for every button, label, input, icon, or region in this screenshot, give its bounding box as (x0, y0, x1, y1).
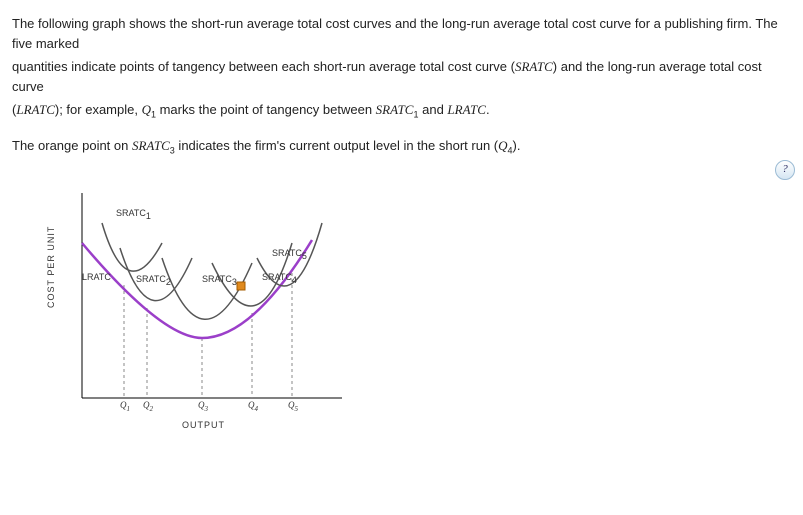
help-icon[interactable]: ? (775, 160, 795, 180)
svg-text:SRATC3: SRATC3 (202, 274, 237, 287)
svg-text:Q2: Q2 (143, 400, 154, 413)
svg-text:LRATC: LRATC (82, 272, 111, 282)
svg-text:SRATC5: SRATC5 (272, 248, 307, 261)
intro-line-3: (LRATC); for example, Q1 marks the point… (12, 100, 791, 122)
intro-line-1: The following graph shows the short-run … (12, 14, 791, 53)
svg-text:Q3: Q3 (198, 400, 209, 413)
current-output-point (237, 282, 245, 290)
svg-text:Q4: Q4 (248, 400, 259, 413)
svg-text:Q1: Q1 (120, 400, 130, 413)
x-axis-label: OUTPUT (182, 420, 225, 430)
intro-line-4: The orange point on SRATC3 indicates the… (12, 136, 791, 158)
y-axis-label: COST PER UNIT (46, 226, 56, 308)
svg-text:SRATC2: SRATC2 (136, 274, 171, 287)
svg-text:SRATC4: SRATC4 (262, 272, 297, 285)
intro-line-2: quantities indicate points of tangency b… (12, 57, 791, 96)
svg-text:SRATC1: SRATC1 (116, 208, 151, 221)
svg-text:Q5: Q5 (288, 400, 299, 413)
sratc1-curve (102, 223, 162, 271)
cost-curves-chart: COST PER UNIT OUTPUT SRATC1 SRATC2 SRATC… (52, 188, 392, 418)
